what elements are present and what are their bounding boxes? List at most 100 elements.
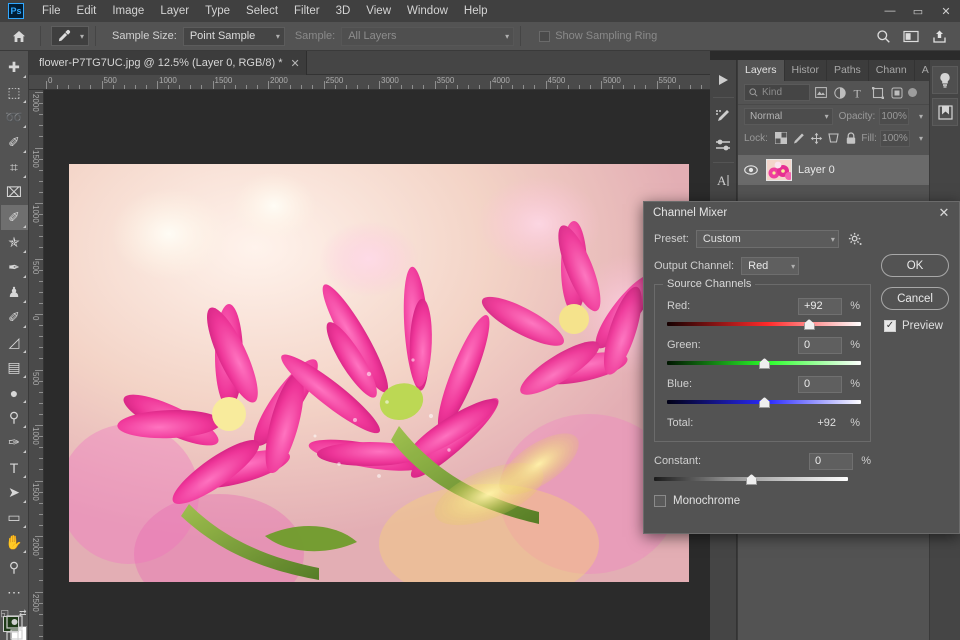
constant-input[interactable]: 0: [809, 452, 853, 470]
close-button[interactable]: ✕: [932, 0, 960, 22]
brush-settings-icon[interactable]: [711, 102, 736, 129]
spot-healing-brush-tool[interactable]: ✯: [1, 230, 28, 255]
dodge-tool[interactable]: ⚲: [1, 405, 28, 430]
shape-filter-icon[interactable]: [869, 84, 886, 102]
menu-item-view[interactable]: View: [358, 0, 399, 22]
filter-enable-toggle[interactable]: [908, 88, 917, 97]
opacity-value[interactable]: 100%: [879, 107, 909, 125]
home-icon[interactable]: [4, 30, 34, 43]
preset-select[interactable]: Custom ▾: [695, 230, 839, 248]
blue-slider[interactable]: [667, 397, 861, 408]
blend-mode-select[interactable]: Normal ▾: [744, 107, 833, 125]
lasso-tool[interactable]: ➿: [1, 105, 28, 130]
menu-item-select[interactable]: Select: [238, 0, 286, 22]
opacity-caret[interactable]: ▾: [919, 112, 923, 121]
brush-tool[interactable]: ✒: [1, 255, 28, 280]
menu-item-type[interactable]: Type: [197, 0, 238, 22]
constant-slider[interactable]: [654, 474, 848, 485]
document-tab[interactable]: flower-P7TG7UC.jpg @ 12.5% (Layer 0, RGB…: [29, 51, 307, 75]
menu-item-image[interactable]: Image: [104, 0, 152, 22]
red-input[interactable]: +92: [798, 297, 842, 315]
learn-bulb-icon[interactable]: [932, 66, 958, 94]
layer-visibility-icon[interactable]: [742, 165, 760, 175]
marquee-tool[interactable]: ⬚: [1, 80, 28, 105]
share-icon[interactable]: [926, 24, 952, 48]
rectangle-tool[interactable]: ▭: [1, 505, 28, 530]
adjustments-icon[interactable]: [711, 131, 736, 158]
frame-tool[interactable]: ⌧: [1, 180, 28, 205]
quick-mask-icon[interactable]: [1, 615, 28, 629]
tab-paths[interactable]: Paths: [827, 60, 869, 81]
more-tools[interactable]: ⋯: [1, 580, 28, 605]
fill-caret[interactable]: ▾: [919, 134, 923, 143]
canvas-area[interactable]: [44, 90, 710, 640]
channel-mixer-dialog[interactable]: Channel Mixer ✕ Preset: Custom ▾ Output …: [643, 201, 960, 534]
screen-mode-icon[interactable]: [1, 629, 28, 640]
minimize-button[interactable]: —: [876, 0, 904, 22]
zoom-tool[interactable]: ⚲: [1, 555, 28, 580]
path-selection-tool[interactable]: ➤: [1, 480, 28, 505]
eyedropper-tool[interactable]: ✐: [0, 205, 28, 230]
horizontal-ruler[interactable]: 0 500 1000 1500 2000 2500 3000 3500 4000 4500 5000…: [29, 75, 710, 90]
lock-image-icon[interactable]: [791, 130, 805, 147]
pixel-filter-icon[interactable]: [812, 84, 829, 102]
clone-stamp-tool[interactable]: ♟: [1, 280, 28, 305]
blue-slider-thumb[interactable]: [759, 397, 770, 408]
search-icon[interactable]: [870, 24, 896, 48]
menu-item-file[interactable]: File: [34, 0, 69, 22]
green-input[interactable]: 0: [798, 336, 842, 354]
preview-checkbox[interactable]: [884, 320, 896, 332]
tab-chann[interactable]: Chann: [869, 60, 915, 81]
constant-slider-thumb[interactable]: [746, 474, 757, 485]
lock-transparent-icon[interactable]: [774, 130, 788, 147]
monochrome-checkbox[interactable]: [654, 495, 666, 507]
tab-layers[interactable]: Layers: [738, 60, 785, 81]
blue-input[interactable]: 0: [798, 375, 842, 393]
close-icon[interactable]: ✕: [933, 203, 955, 223]
sample-select[interactable]: All Layers ▾: [341, 26, 515, 46]
actions-play-icon[interactable]: [711, 66, 736, 93]
eraser-tool[interactable]: ◿: [1, 330, 28, 355]
gear-icon[interactable]: [848, 232, 862, 246]
menu-item-3d[interactable]: 3D: [328, 0, 359, 22]
menu-item-edit[interactable]: Edit: [69, 0, 105, 22]
layer-filter-kind-select[interactable]: Kind: [744, 84, 810, 101]
lock-all-icon[interactable]: [844, 130, 858, 147]
pen-tool[interactable]: ✑: [1, 430, 28, 455]
show-sampling-ring-checkbox[interactable]: [539, 30, 551, 42]
menu-item-window[interactable]: Window: [399, 0, 456, 22]
menu-item-filter[interactable]: Filter: [286, 0, 328, 22]
crop-tool[interactable]: ⌗: [1, 155, 28, 180]
sample-size-select[interactable]: Point Sample ▾: [182, 26, 285, 46]
cancel-button[interactable]: Cancel: [881, 287, 949, 310]
libraries-icon[interactable]: [932, 98, 958, 126]
red-slider[interactable]: [667, 319, 861, 330]
type-tool[interactable]: T: [1, 455, 28, 480]
dialog-title-bar[interactable]: Channel Mixer ✕: [644, 202, 959, 224]
blur-tool[interactable]: ●: [1, 380, 28, 405]
history-brush-tool[interactable]: ✐: [1, 305, 28, 330]
menu-item-layer[interactable]: Layer: [152, 0, 197, 22]
green-slider-thumb[interactable]: [759, 358, 770, 369]
smartobject-filter-icon[interactable]: [888, 84, 905, 102]
adjustment-filter-icon[interactable]: [831, 84, 848, 102]
output-channel-select[interactable]: Red ▾: [741, 257, 800, 275]
active-tool-preset[interactable]: ▾: [51, 26, 90, 46]
hand-tool[interactable]: ✋: [1, 530, 28, 555]
vertical-ruler[interactable]: 200015001000500050010001500200025003000: [29, 90, 44, 640]
gradient-tool[interactable]: ▤: [1, 355, 28, 380]
canvas-image[interactable]: [69, 164, 689, 582]
lock-artboard-icon[interactable]: [826, 130, 840, 147]
ok-button[interactable]: OK: [881, 254, 949, 277]
table-row[interactable]: Layer 0: [738, 155, 929, 185]
quick-selection-tool[interactable]: ✐: [1, 130, 28, 155]
green-slider[interactable]: [667, 358, 861, 369]
lock-position-icon[interactable]: [809, 130, 823, 147]
red-slider-thumb[interactable]: [803, 319, 815, 330]
document-tab-close-icon[interactable]: ✕: [290, 57, 299, 70]
layer-thumbnail[interactable]: [766, 159, 792, 181]
type-filter-icon[interactable]: T: [850, 84, 867, 102]
fill-value[interactable]: 100%: [879, 129, 910, 147]
workspace-icon[interactable]: [898, 24, 924, 48]
tab-histor[interactable]: Histor: [785, 60, 827, 81]
